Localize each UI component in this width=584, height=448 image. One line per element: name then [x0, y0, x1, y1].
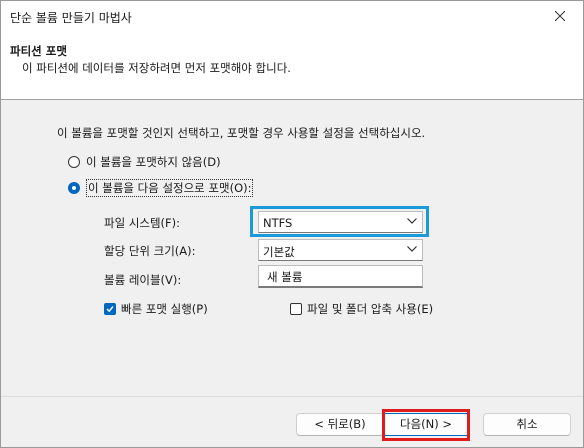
- compression-label: 파일 및 폴더 압축 사용(E): [307, 302, 434, 316]
- chevron-down-icon: [407, 246, 417, 252]
- window-title: 단순 볼륨 만들기 마법사: [10, 11, 132, 25]
- volume-label-input[interactable]: 새 볼륨: [258, 265, 423, 288]
- checkmark-icon: [106, 306, 114, 313]
- wizard-header: 파티션 포맷 이 파티션에 데이터를 저장하려면 먼저 포맷해야 합니다.: [1, 31, 583, 100]
- page-subtitle: 이 파티션에 데이터를 저장하려면 먼저 포맷해야 합니다.: [22, 61, 291, 75]
- format-radio[interactable]: [68, 182, 80, 194]
- quick-format-option[interactable]: 빠른 포맷 실행(P): [104, 301, 208, 317]
- allocation-unit-label: 할당 단위 크기(A):: [104, 244, 196, 258]
- quick-format-checkbox[interactable]: [104, 303, 116, 315]
- file-system-label: 파일 시스템(F):: [104, 216, 181, 230]
- no-format-label: 이 볼륨을 포맷하지 않음(D): [86, 155, 221, 169]
- back-button[interactable]: < 뒤로(B): [296, 413, 384, 436]
- wizard-window: 단순 볼륨 만들기 마법사 파티션 포맷 이 파티션에 데이터를 저장하려면 먼…: [0, 0, 584, 448]
- allocation-unit-value: 기본값: [263, 245, 295, 259]
- file-system-highlight: [250, 206, 429, 237]
- page-title: 파티션 포맷: [10, 44, 67, 58]
- close-icon: [555, 11, 565, 21]
- compression-checkbox[interactable]: [290, 303, 302, 315]
- allocation-unit-select[interactable]: 기본값: [258, 239, 423, 261]
- volume-label-label: 볼륨 레이블(V):: [104, 273, 182, 287]
- compression-option[interactable]: 파일 및 폴더 압축 사용(E): [290, 301, 433, 317]
- title-bar: 단순 볼륨 만들기 마법사: [1, 1, 583, 31]
- no-format-option[interactable]: 이 볼륨을 포맷하지 않음(D): [68, 154, 221, 170]
- format-option[interactable]: 이 볼륨을 다음 설정으로 포맷(O):: [68, 179, 254, 197]
- instruction-text: 이 볼륨을 포맷할 것인지 선택하고, 포맷할 경우 사용할 설정을 선택하십시…: [57, 126, 426, 140]
- next-button-highlight: [382, 409, 470, 441]
- volume-label-value: 새 볼륨: [267, 270, 303, 284]
- footer-divider: [1, 396, 583, 397]
- cancel-button[interactable]: 취소: [483, 413, 571, 436]
- no-format-radio[interactable]: [68, 156, 80, 168]
- close-button[interactable]: [537, 1, 583, 31]
- quick-format-label: 빠른 포맷 실행(P): [121, 302, 208, 316]
- format-label: 이 볼륨을 다음 설정으로 포맷(O):: [86, 179, 254, 197]
